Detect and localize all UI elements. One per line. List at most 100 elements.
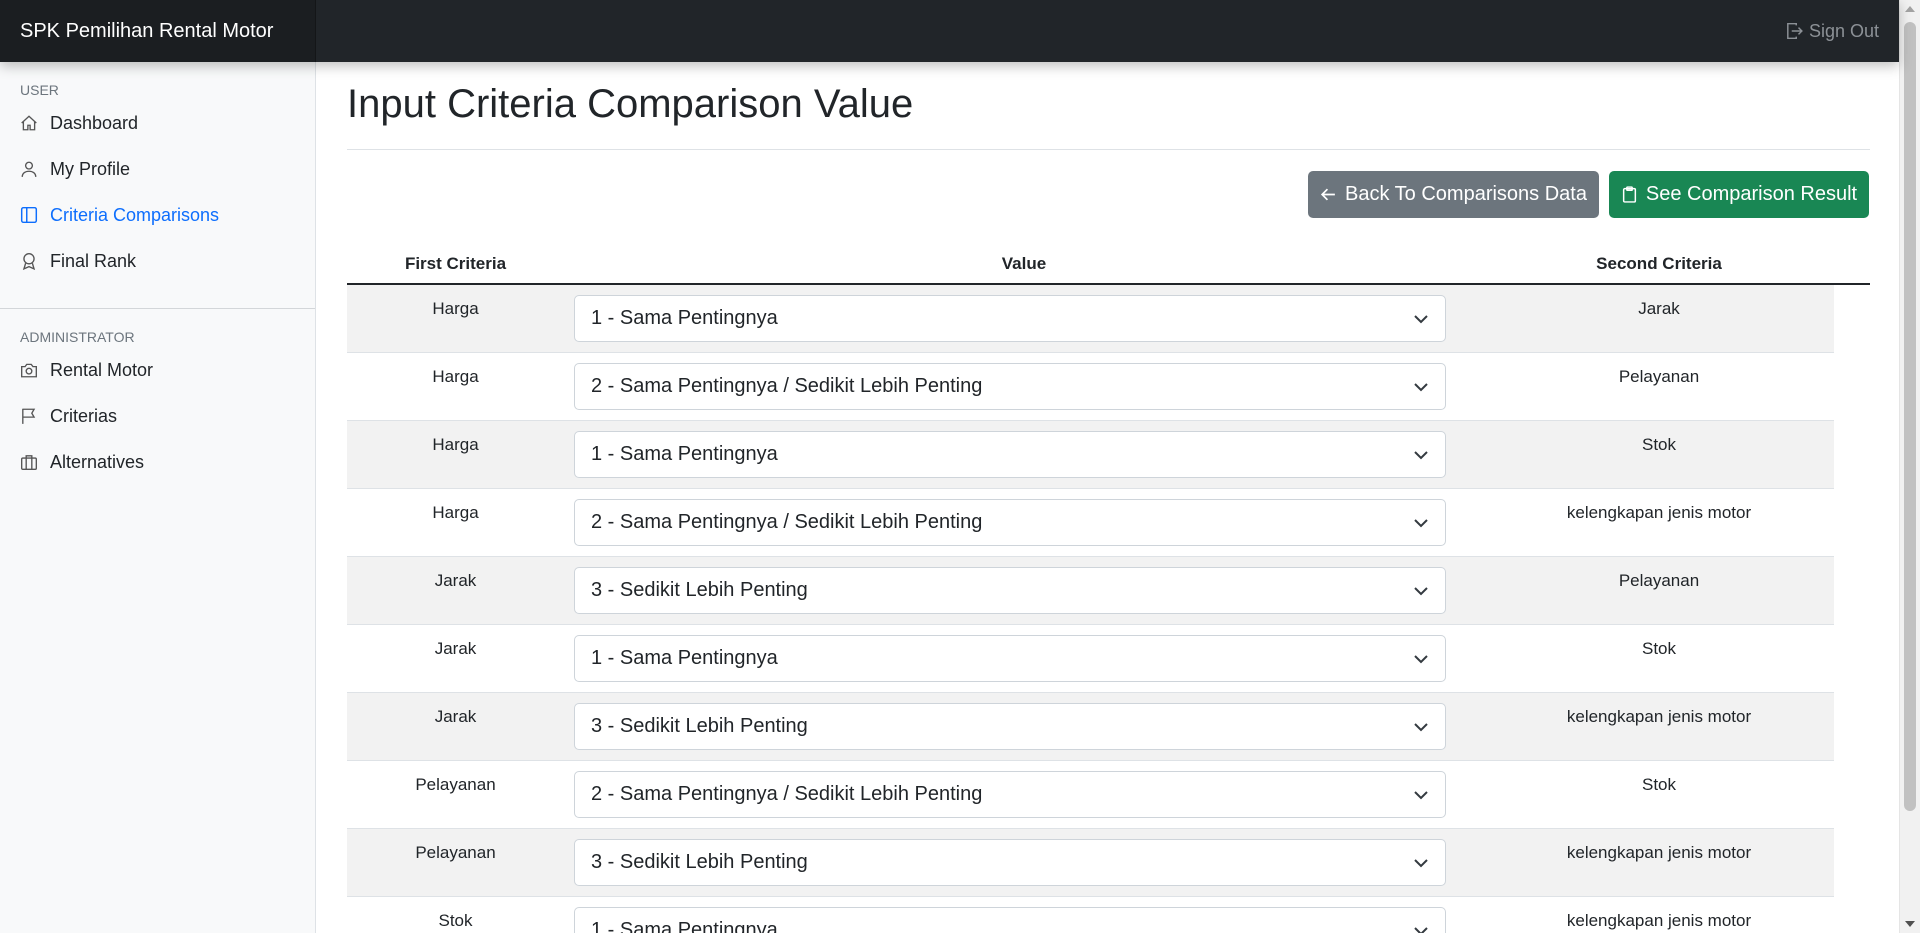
first-criteria-cell: Harga	[432, 367, 479, 386]
sidebar-item-label: Final Rank	[50, 250, 137, 271]
chevron-down-icon	[1414, 926, 1428, 933]
table-row: Pelayanan 3 - Sedikit Lebih Penting kele…	[347, 829, 1834, 897]
comparison-value-select[interactable]: 1 - Sama Pentingnya	[574, 431, 1446, 478]
comparison-table: First Criteria Value Second Criteria Har…	[347, 243, 1870, 933]
table-row: Harga 2 - Sama Pentingnya / Sedikit Lebi…	[347, 489, 1834, 557]
back-to-comparisons-button[interactable]: Back To Comparisons Data	[1308, 171, 1599, 218]
sidebar-item-label: Criteria Comparisons	[50, 204, 220, 225]
sidebar-item-criterias[interactable]: Criterias	[0, 393, 315, 439]
first-criteria-cell: Stok	[438, 911, 473, 930]
comparison-value-select[interactable]: 1 - Sama Pentingnya	[574, 295, 1446, 342]
first-criteria-cell: Pelayanan	[415, 843, 496, 862]
second-criteria-cell: Jarak	[1638, 299, 1680, 318]
sidebar-item-rental-motor[interactable]: Rental Motor	[0, 347, 315, 393]
sidebar-item-label: Rental Motor	[50, 359, 154, 380]
sidebar-heading-administrator: ADMINISTRATOR	[20, 329, 135, 345]
select-value: 3 - Sedikit Lebih Penting	[591, 851, 808, 873]
sidebar-item-label: Criterias	[50, 405, 118, 426]
second-criteria-cell: Stok	[1641, 435, 1677, 454]
comparison-value-select[interactable]: 1 - Sama Pentingnya	[574, 907, 1446, 933]
select-value: 3 - Sedikit Lebih Penting	[591, 715, 808, 737]
page-scrollbar[interactable]	[1899, 0, 1920, 933]
sign-out-link[interactable]: Sign Out	[1785, 0, 1879, 62]
chevron-down-icon	[1414, 654, 1428, 663]
chevron-down-icon	[1414, 586, 1428, 595]
flag-icon	[22, 408, 36, 424]
chevron-down-icon	[1414, 450, 1428, 459]
box-arrow-left-icon	[1787, 22, 1803, 40]
comparison-value-select[interactable]: 2 - Sama Pentingnya / Sedikit Lebih Pent…	[574, 499, 1446, 546]
table-row: Harga 2 - Sama Pentingnya / Sedikit Lebi…	[347, 353, 1834, 421]
sidebar-item-alternatives[interactable]: Alternatives	[0, 439, 315, 485]
top-navbar: SPK Pemilihan Rental Motor Sign Out	[0, 0, 1899, 62]
table-row: Harga 1 - Sama Pentingnya Jarak	[347, 285, 1834, 353]
clipboard-icon	[1622, 186, 1636, 203]
select-value: 1 - Sama Pentingnya	[591, 919, 778, 933]
award-icon	[22, 253, 36, 270]
page-title: Input Criteria Comparison Value	[347, 82, 914, 126]
select-value: 2 - Sama Pentingnya / Sedikit Lebih Pent…	[591, 375, 983, 397]
comparison-value-select[interactable]: 2 - Sama Pentingnya / Sedikit Lebih Pent…	[574, 363, 1446, 410]
sidebar-heading-user: USER	[20, 82, 59, 98]
first-criteria-cell: Jarak	[434, 571, 477, 590]
camera-icon	[21, 363, 37, 378]
comparison-value-select[interactable]: 3 - Sedikit Lebih Penting	[574, 839, 1446, 886]
scrollbar-thumb[interactable]	[1904, 22, 1916, 811]
select-value: 1 - Sama Pentingnya	[591, 443, 778, 465]
chevron-down-icon	[1414, 382, 1428, 391]
header-second-criteria: Second Criteria	[1596, 254, 1722, 273]
second-criteria-cell: kelengkapan jenis motor	[1566, 911, 1752, 930]
sidebar-item-final-rank[interactable]: Final Rank	[0, 238, 315, 284]
see-comparison-result-button[interactable]: See Comparison Result	[1609, 171, 1869, 218]
select-value: 3 - Sedikit Lebih Penting	[591, 579, 808, 601]
arrow-left-icon	[1320, 188, 1335, 201]
back-button-label: Back To Comparisons Data	[1345, 183, 1587, 205]
chevron-down-icon	[1414, 314, 1428, 323]
select-value: 1 - Sama Pentingnya	[591, 307, 778, 329]
select-value: 1 - Sama Pentingnya	[591, 647, 778, 669]
select-value: 2 - Sama Pentingnya / Sedikit Lebih Pent…	[591, 783, 983, 805]
title-divider	[347, 149, 1870, 150]
sidebar-item-criteria-comparisons[interactable]: Criteria Comparisons	[0, 192, 315, 238]
sidebar-item-label: Dashboard	[50, 112, 139, 133]
first-criteria-cell: Harga	[432, 299, 479, 318]
second-criteria-cell: kelengkapan jenis motor	[1566, 503, 1752, 522]
table-row: Jarak 3 - Sedikit Lebih Penting kelengka…	[347, 693, 1834, 761]
comparison-value-select[interactable]: 1 - Sama Pentingnya	[574, 635, 1446, 682]
sidebar-item-dashboard[interactable]: Dashboard	[0, 100, 315, 146]
sidebar-item-my-profile[interactable]: My Profile	[0, 146, 315, 192]
briefcase-icon	[21, 455, 37, 470]
comparison-value-select[interactable]: 2 - Sama Pentingnya / Sedikit Lebih Pent…	[574, 771, 1446, 818]
sidebar: USER Dashboard My Profile Criteria Compa…	[0, 62, 316, 933]
first-criteria-cell: Jarak	[434, 639, 477, 658]
header-first-criteria: First Criteria	[404, 254, 507, 273]
comparison-value-select[interactable]: 3 - Sedikit Lebih Penting	[574, 703, 1446, 750]
sidebar-item-label: My Profile	[50, 158, 131, 179]
sidebar-item-label: Alternatives	[50, 451, 145, 472]
main-content: Input Criteria Comparison Value Back To …	[316, 62, 1899, 933]
second-criteria-cell: kelengkapan jenis motor	[1566, 707, 1752, 726]
first-criteria-cell: Harga	[432, 503, 479, 522]
first-criteria-cell: Harga	[432, 435, 479, 454]
table-row: Jarak 1 - Sama Pentingnya Stok	[347, 625, 1834, 693]
table-row: Harga 1 - Sama Pentingnya Stok	[347, 421, 1834, 489]
second-criteria-cell: Stok	[1641, 639, 1677, 658]
sign-out-label: Sign Out	[1808, 20, 1879, 41]
chevron-down-icon	[1414, 518, 1428, 527]
table-row: Jarak 3 - Sedikit Lebih Penting Pelayana…	[347, 557, 1834, 625]
second-criteria-cell: kelengkapan jenis motor	[1566, 843, 1752, 862]
second-criteria-cell: Pelayanan	[1618, 571, 1700, 590]
select-value: 2 - Sama Pentingnya / Sedikit Lebih Pent…	[591, 511, 983, 533]
layout-split-icon	[20, 206, 38, 224]
house-icon	[21, 115, 37, 131]
first-criteria-cell: Pelayanan	[415, 775, 496, 794]
scroll-down-arrow-icon[interactable]	[1905, 921, 1915, 927]
first-criteria-cell: Jarak	[434, 707, 477, 726]
person-icon	[21, 161, 37, 177]
brand-title[interactable]: SPK Pemilihan Rental Motor	[0, 0, 316, 62]
table-header: First Criteria Value Second Criteria	[347, 243, 1870, 285]
chevron-down-icon	[1414, 790, 1428, 799]
comparison-value-select[interactable]: 3 - Sedikit Lebih Penting	[574, 567, 1446, 614]
scroll-up-arrow-icon[interactable]	[1905, 6, 1915, 12]
result-button-label: See Comparison Result	[1645, 183, 1858, 205]
